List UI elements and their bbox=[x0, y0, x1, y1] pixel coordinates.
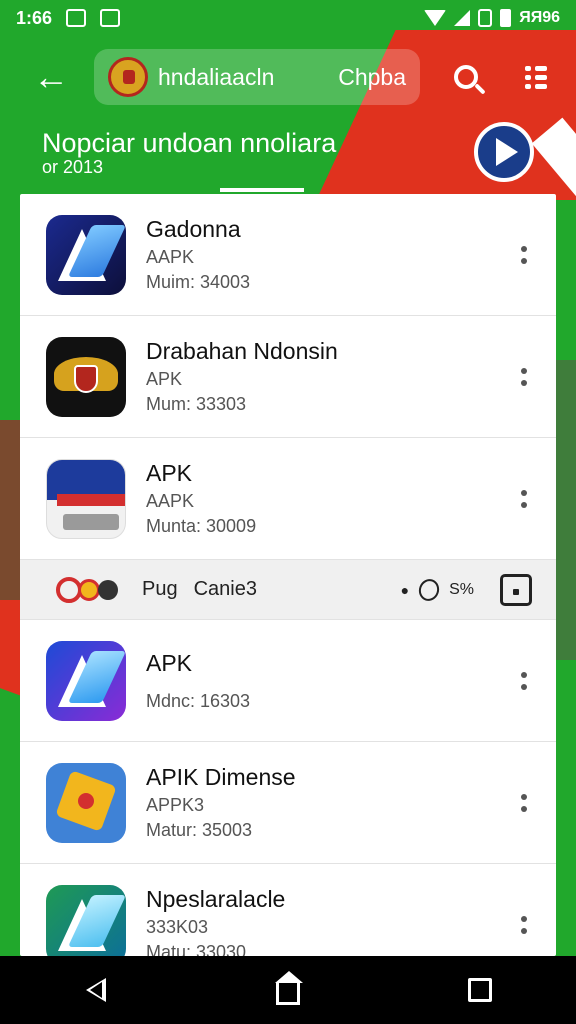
app-name: Gadonna bbox=[146, 216, 241, 242]
a-logo-icon bbox=[46, 214, 126, 295]
play-button[interactable] bbox=[474, 122, 534, 182]
search-button[interactable] bbox=[440, 51, 492, 103]
promo-logo-icon bbox=[56, 576, 118, 603]
tag-icon: ● bbox=[400, 581, 410, 598]
search-chip[interactable]: Chpba bbox=[338, 64, 406, 91]
battery-icon bbox=[500, 9, 512, 27]
app-notification-icon bbox=[100, 9, 121, 27]
app-type: APPK3 bbox=[146, 795, 205, 815]
wifi-icon bbox=[424, 10, 447, 26]
garuda-emblem-icon bbox=[108, 57, 148, 97]
navigation-bar bbox=[0, 956, 576, 1024]
app-name: APIK Dimense bbox=[146, 764, 296, 790]
search-bar[interactable]: hndaliaacln Chpba bbox=[94, 49, 420, 105]
nav-home-button[interactable] bbox=[258, 960, 318, 1020]
tree-decoration-right bbox=[554, 360, 576, 660]
promo-row[interactable]: Pug Canie3 ● S% bbox=[20, 560, 556, 620]
promo-label-secondary: Canie3 bbox=[193, 578, 257, 600]
app-name: Drabahan Ndonsin bbox=[146, 338, 338, 364]
status-right-text: ЯЯ96 bbox=[519, 9, 560, 26]
promo-label: Pug bbox=[142, 578, 178, 600]
star-badge-icon bbox=[46, 762, 126, 843]
calendar-icon[interactable] bbox=[500, 573, 532, 606]
nav-recents-button[interactable] bbox=[450, 960, 510, 1020]
search-query: hndaliaacln bbox=[158, 63, 275, 90]
section-title: Nopciar undoan nnoliara bbox=[42, 128, 337, 158]
more-options-button[interactable] bbox=[512, 359, 536, 395]
arrow-left-icon: ← bbox=[33, 56, 69, 97]
play-icon bbox=[496, 138, 518, 166]
app-meta: Munta: 30009 bbox=[146, 516, 257, 536]
list-item[interactable]: APK AAPK Munta: 30009 bbox=[20, 438, 556, 560]
list-item[interactable]: Drabahan Ndonsin APK Mum: 33303 bbox=[20, 316, 556, 438]
promo-percent: S% bbox=[449, 580, 474, 598]
app-name: Npeslaralacle bbox=[146, 886, 286, 912]
section-header: Nopciar undoan nnoliara or 2013 bbox=[42, 128, 336, 178]
more-options-button[interactable] bbox=[512, 785, 536, 821]
more-options-button[interactable] bbox=[512, 663, 536, 699]
more-options-button[interactable] bbox=[512, 237, 536, 273]
list-item[interactable]: APK Mdnc: 16303 bbox=[20, 620, 556, 742]
app-meta: Matu: 33030 bbox=[146, 942, 247, 956]
status-time: 1:66 bbox=[16, 7, 53, 28]
list-item[interactable]: Gadonna AAPK Muim: 34003 bbox=[20, 194, 556, 316]
menu-button[interactable] bbox=[510, 51, 562, 103]
app-type: AAPK bbox=[146, 247, 195, 267]
image-notification-icon bbox=[66, 9, 87, 27]
status-bar: 1:66 ЯЯ96 bbox=[0, 0, 576, 36]
a-logo-gradient-icon bbox=[46, 640, 126, 721]
search-icon bbox=[454, 65, 478, 89]
section-subtitle: or 2013 bbox=[42, 157, 104, 177]
more-options-button[interactable] bbox=[512, 907, 536, 943]
app-type: AAPK bbox=[146, 491, 195, 511]
circle-icon bbox=[415, 575, 443, 604]
nav-back-button[interactable] bbox=[66, 960, 126, 1020]
tab-indicator bbox=[220, 188, 304, 192]
a-logo-green-icon bbox=[46, 884, 126, 956]
app-meta: Mum: 33303 bbox=[146, 394, 247, 414]
sim-icon bbox=[478, 9, 493, 27]
app-list: Gadonna AAPK Muim: 34003 Drabahan Ndonsi… bbox=[20, 194, 556, 956]
app-bar: ← hndaliaacln Chpba bbox=[0, 36, 576, 118]
app-type: 333K03 bbox=[146, 917, 209, 937]
nav-back-icon bbox=[86, 978, 106, 1002]
app-meta: Mdnc: 16303 bbox=[146, 690, 251, 711]
signal-icon bbox=[454, 10, 471, 26]
menu-grid-icon bbox=[525, 65, 547, 89]
app-type: APK bbox=[146, 369, 183, 389]
flag-box-icon bbox=[46, 458, 126, 539]
app-name: APK bbox=[146, 649, 193, 676]
list-item[interactable]: Npeslaralacle 333K03 Matu: 33030 bbox=[20, 864, 556, 956]
app-meta: Matur: 35003 bbox=[146, 820, 253, 840]
home-icon bbox=[275, 971, 303, 1005]
more-options-button[interactable] bbox=[512, 481, 536, 517]
back-button[interactable]: ← bbox=[24, 50, 78, 104]
list-item[interactable]: APIK Dimense APPK3 Matur: 35003 bbox=[20, 742, 556, 864]
garuda-emblem-icon bbox=[46, 336, 126, 417]
app-meta: Muim: 34003 bbox=[146, 272, 251, 292]
app-name: APK bbox=[146, 460, 193, 486]
recents-icon bbox=[468, 978, 492, 1002]
